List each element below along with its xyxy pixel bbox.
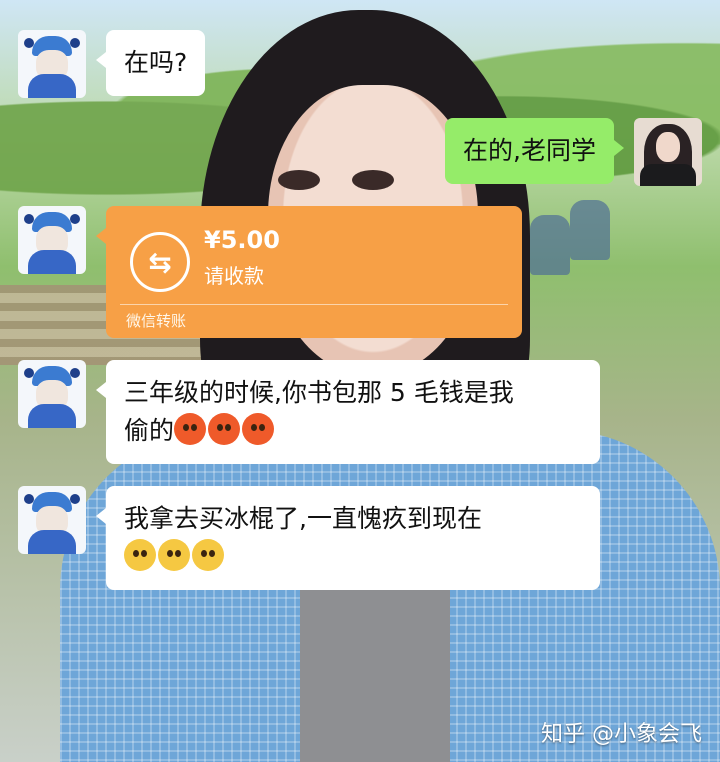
woman-eye (278, 170, 320, 190)
message-text: 在的,老同学 (463, 136, 596, 165)
transfer-label: 微信转账 (126, 312, 187, 330)
message-text: 三年级的时候,你书包那 5 毛钱是我 (124, 378, 514, 407)
message-row: 在的,老同学 (445, 118, 702, 186)
angry-face-icon (242, 413, 275, 445)
pleading-face-icon (158, 539, 190, 571)
background-person (570, 200, 610, 260)
emoji-line (124, 538, 582, 576)
watermark: 知乎 @小象会飞 (541, 722, 702, 747)
angry-face-icon (208, 413, 241, 445)
message-bubble[interactable]: 三年级的时候,你书包那 5 毛钱是我 偷的 (96, 360, 600, 464)
transfer-divider (120, 304, 508, 305)
message-row: 我拿去买冰棍了,一直愧疚到现在 (18, 486, 600, 590)
message-text: 我拿去买冰棍了,一直愧疚到现在 (124, 504, 482, 533)
boy-avatar[interactable] (18, 30, 86, 98)
message-bubble[interactable]: 在吗? (95, 30, 206, 96)
pleading-face-icon (192, 539, 224, 571)
boy-avatar[interactable] (18, 486, 86, 554)
message-text: 偷的 (124, 416, 175, 445)
message-row: 三年级的时候,你书包那 5 毛钱是我 偷的 (18, 360, 600, 464)
message-bubble[interactable]: 在的,老同学 (445, 118, 624, 184)
boy-avatar[interactable] (18, 206, 86, 274)
message-text-line2: 偷的 (124, 412, 582, 450)
transfer-card[interactable]: ⇆ ¥5.00 请收款 微信转账 (96, 206, 522, 338)
woman-eye (352, 170, 394, 190)
transfer-arrows-icon: ⇆ (130, 232, 190, 292)
boy-avatar[interactable] (18, 360, 86, 428)
message-bubble[interactable]: 我拿去买冰棍了,一直愧疚到现在 (96, 486, 600, 590)
message-text: 在吗? (124, 48, 188, 77)
girl-avatar[interactable] (634, 118, 702, 186)
background-person (530, 215, 570, 275)
woman-tshirt (300, 560, 450, 762)
message-row: ⇆ ¥5.00 请收款 微信转账 (18, 206, 522, 338)
pleading-face-icon (124, 539, 156, 571)
message-row: 在吗? (18, 30, 206, 98)
transfer-status: 请收款 (204, 264, 264, 288)
angry-face-icon (174, 413, 207, 445)
transfer-amount: ¥5.00 (204, 226, 280, 254)
